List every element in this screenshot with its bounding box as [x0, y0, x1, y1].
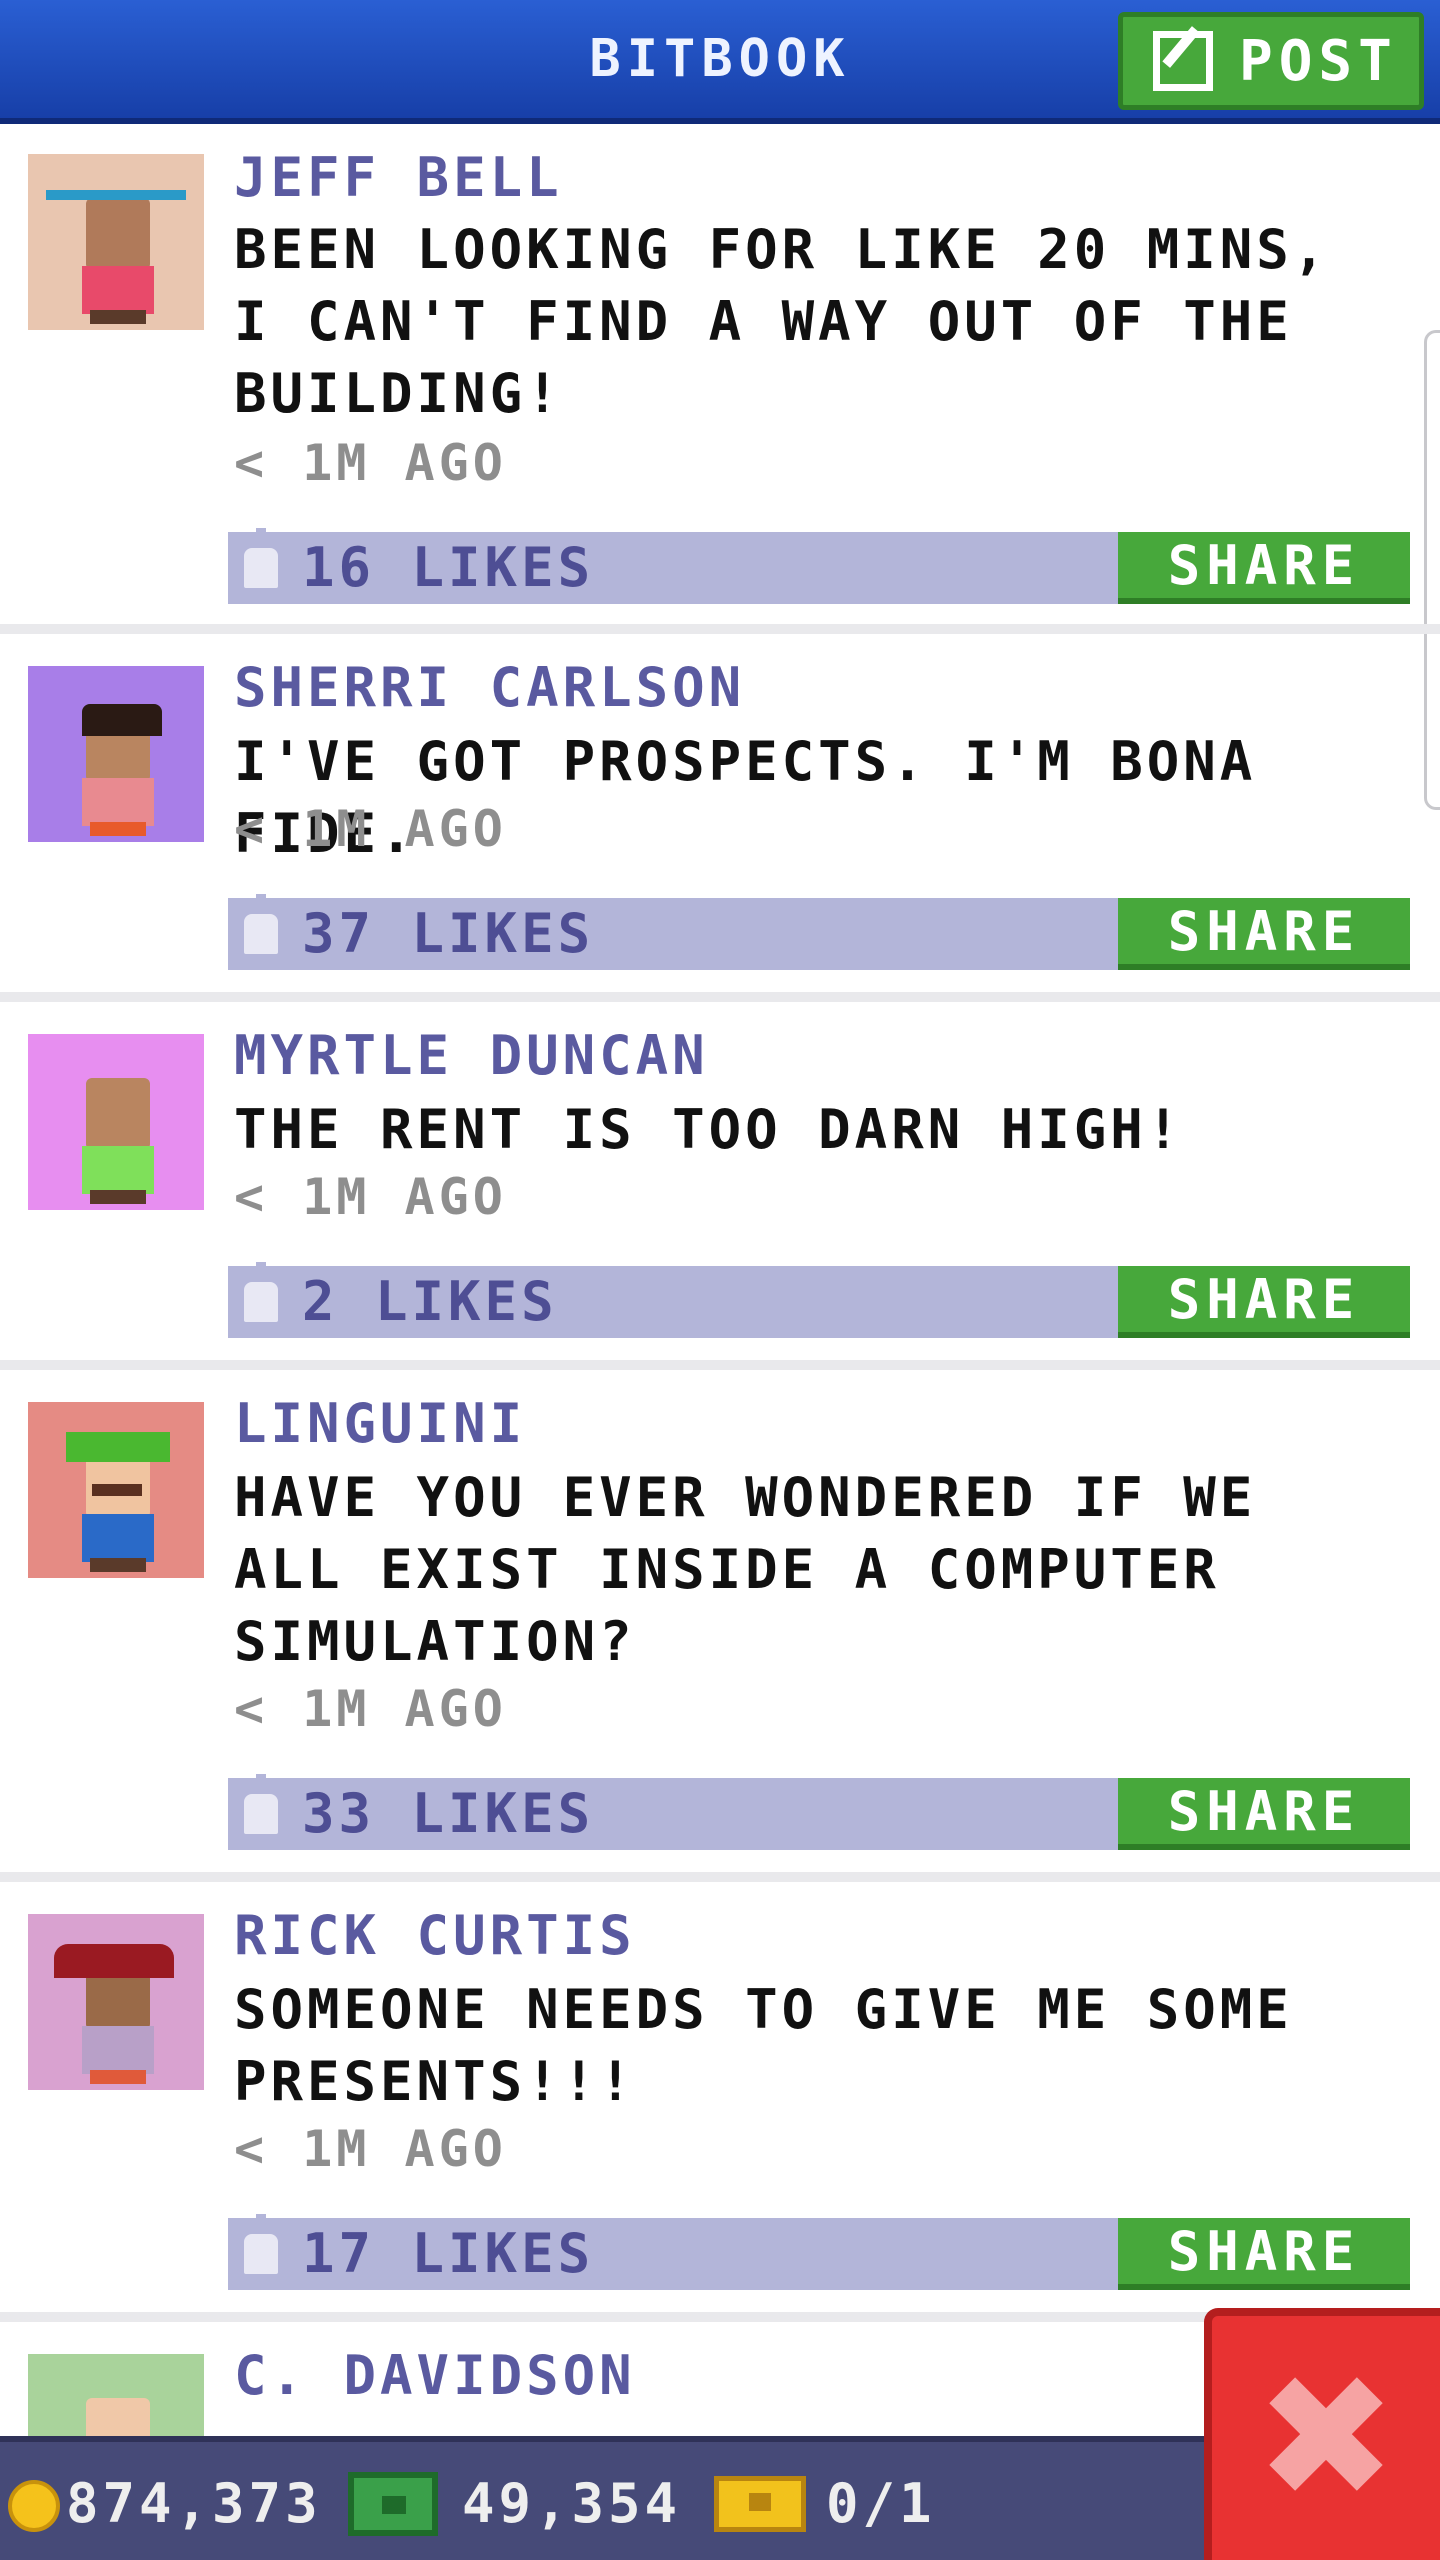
avatar[interactable]: [28, 666, 204, 842]
avatar-body: [82, 1514, 154, 1562]
avatar-hat: [46, 190, 186, 200]
tickets-count: 0/1: [826, 2472, 936, 2535]
feed-post: JEFF BELL BEEN LOOKING FOR LIKE 20 MINS,…: [0, 124, 1440, 634]
post-time: < 1M AGO: [234, 1680, 507, 1738]
avatar-body: [82, 1146, 154, 1194]
post-author[interactable]: RICK CURTIS: [234, 1904, 636, 1967]
avatar[interactable]: [28, 1034, 204, 1210]
share-button[interactable]: SHARE: [1118, 898, 1410, 970]
thumbs-up-icon[interactable]: [244, 894, 278, 954]
avatar-legs: [90, 822, 146, 836]
close-button[interactable]: ✖: [1204, 2308, 1440, 2560]
thumbs-up-icon[interactable]: [244, 1262, 278, 1322]
avatar-legs: [90, 1558, 146, 1572]
share-button[interactable]: SHARE: [1118, 2218, 1410, 2290]
post-author[interactable]: LINGUINI: [234, 1392, 526, 1455]
post-time: < 1M AGO: [234, 434, 507, 492]
likes-count: 17 LIKES: [302, 2222, 595, 2285]
share-button[interactable]: SHARE: [1118, 1778, 1410, 1850]
feed-post: LINGUINI HAVE YOU EVER WONDERED IF WE AL…: [0, 1370, 1440, 1882]
bux-icon: [348, 2472, 438, 2536]
post-message: SOMEONE NEEDS TO GIVE ME SOME PRESENTS!!…: [234, 1978, 1293, 2113]
post-time: < 1M AGO: [234, 800, 507, 858]
avatar-head: [86, 1078, 150, 1150]
post-author[interactable]: MYRTLE DUNCAN: [234, 1024, 709, 1087]
post-message: HAVE YOU EVER WONDERED IF WE ALL EXIST I…: [234, 1466, 1257, 1673]
thumbs-up-icon[interactable]: [244, 1774, 278, 1834]
share-button[interactable]: SHARE: [1118, 1266, 1410, 1338]
avatar-legs: [90, 2070, 146, 2084]
thumbs-up-icon[interactable]: [244, 2214, 278, 2274]
likes-bar: 17 LIKES SHARE: [228, 2214, 1410, 2290]
avatar[interactable]: [28, 154, 204, 330]
avatar-legs: [90, 1190, 146, 1204]
likes-bar: 37 LIKES SHARE: [228, 894, 1410, 970]
post-time: < 1M AGO: [234, 1168, 507, 1226]
post-message: THE RENT IS TOO DARN HIGH!: [234, 1098, 1184, 1161]
app-header: BITBOOK POST: [0, 0, 1440, 124]
avatar-body: [82, 266, 154, 314]
avatar-mustache: [92, 1484, 142, 1496]
post-author[interactable]: JEFF BELL: [234, 146, 563, 209]
feed-post: SHERRI CARLSON I'VE GOT PROSPECTS. I'M B…: [0, 634, 1440, 1002]
avatar[interactable]: [28, 1914, 204, 2090]
post-author[interactable]: C. DAVIDSON: [234, 2344, 636, 2407]
post-time: < 1M AGO: [234, 2120, 507, 2178]
avatar[interactable]: [28, 1402, 204, 1578]
feed-post: RICK CURTIS SOMEONE NEEDS TO GIVE ME SOM…: [0, 1882, 1440, 2322]
avatar-body: [82, 778, 154, 826]
coin-icon: [8, 2480, 60, 2532]
feed-post: MYRTLE DUNCAN THE RENT IS TOO DARN HIGH!…: [0, 1002, 1440, 1370]
likes-bar: 16 LIKES SHARE: [228, 528, 1410, 604]
post-button-label: POST: [1239, 28, 1398, 94]
likes-bar: 2 LIKES SHARE: [228, 1262, 1410, 1338]
likes-bar: 33 LIKES SHARE: [228, 1774, 1410, 1850]
avatar-cap: [54, 1944, 174, 1978]
ticket-icon: [714, 2476, 806, 2532]
thumbs-up-icon[interactable]: [244, 528, 278, 588]
avatar-head: [86, 198, 150, 270]
likes-count: 37 LIKES: [302, 902, 595, 965]
share-button[interactable]: SHARE: [1118, 532, 1410, 604]
post-message: BEEN LOOKING FOR LIKE 20 MINS, I CAN'T F…: [234, 218, 1330, 425]
post-author[interactable]: SHERRI CARLSON: [234, 656, 745, 719]
edit-icon: [1153, 31, 1213, 91]
avatar-legs: [90, 310, 146, 324]
close-icon: ✖: [1254, 2339, 1398, 2537]
likes-count: 2 LIKES: [302, 1270, 558, 1333]
avatar-cap: [66, 1432, 170, 1462]
avatar-body: [82, 2026, 154, 2074]
avatar-hair: [82, 704, 162, 736]
coins-count: 874,373: [66, 2472, 322, 2535]
likes-count: 33 LIKES: [302, 1782, 595, 1845]
bux-count: 49,354: [462, 2472, 682, 2535]
post-button[interactable]: POST: [1118, 12, 1424, 110]
likes-count: 16 LIKES: [302, 536, 595, 599]
